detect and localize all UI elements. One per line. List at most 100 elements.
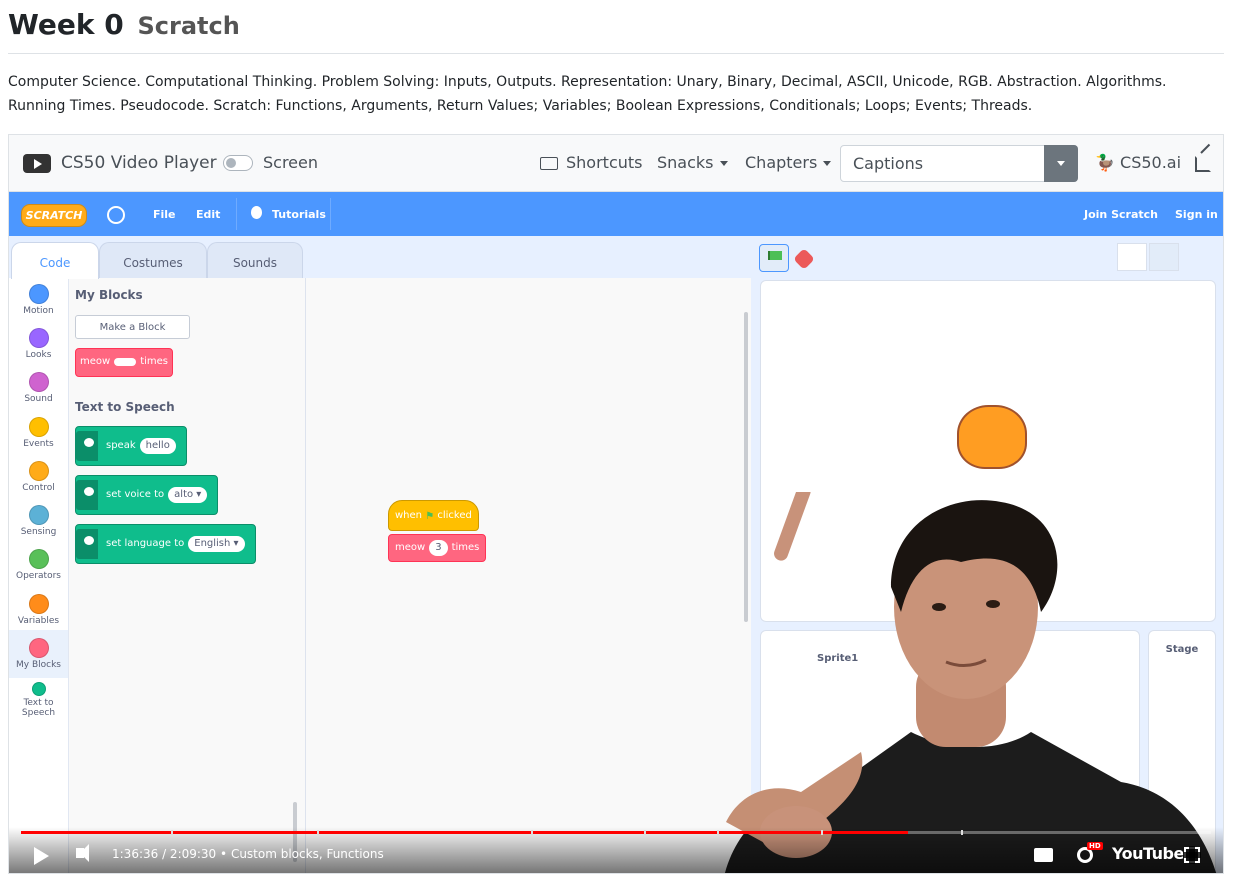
video-player: CS50 Video Player Screen Shortcuts Snack… (8, 134, 1224, 874)
captions-select[interactable]: Captions (840, 145, 1078, 182)
block-input[interactable]: hello (139, 438, 176, 454)
block-input[interactable] (114, 358, 137, 366)
scratch-logo[interactable]: SCRATCH (21, 204, 87, 227)
chapter-marker (171, 830, 173, 835)
chapter-marker (717, 830, 719, 835)
screen-toggle-label: Screen (263, 153, 319, 172)
block-categories: Motion Looks Sound Events Control Sensin… (9, 278, 69, 873)
speech-bubble-icon (76, 529, 98, 559)
category-label: My Blocks (16, 660, 61, 670)
tab-costumes[interactable]: Costumes (99, 242, 207, 278)
set-language-block[interactable]: set language to English ▾ (75, 524, 256, 564)
speech-bubble-icon (76, 431, 98, 461)
shortcuts-button[interactable]: Shortcuts (566, 153, 642, 173)
block-text: meow (395, 542, 426, 553)
external-link-icon[interactable] (1195, 156, 1211, 172)
volume-icon[interactable] (76, 844, 89, 862)
block-dropdown[interactable]: alto ▾ (168, 487, 208, 503)
player-toolbar: CS50 Video Player Screen Shortcuts Snack… (9, 135, 1223, 192)
edit-menu[interactable]: Edit (196, 208, 220, 221)
scratch-cat-sprite[interactable] (957, 405, 1027, 469)
video-player-icon (23, 154, 51, 173)
category-label: Operators (16, 571, 61, 581)
page-subtitle: Scratch (137, 12, 240, 40)
make-a-block-button[interactable]: Make a Block (75, 315, 190, 339)
tab-sounds[interactable]: Sounds (207, 242, 303, 278)
when-flag-clicked-block[interactable]: when ⚑ clicked (388, 500, 479, 531)
category-operators[interactable]: Operators (9, 549, 68, 581)
cs50ai-link[interactable]: 🦆 CS50.ai (1095, 153, 1181, 173)
presenter-image (725, 492, 1217, 873)
green-flag-button[interactable] (759, 244, 789, 272)
category-dot (28, 461, 49, 481)
block-text: meow (80, 356, 111, 367)
youtube-logo[interactable]: YouTube (1112, 844, 1184, 863)
block-dropdown[interactable]: English ▾ (188, 536, 245, 552)
speak-block[interactable]: speak hello (75, 426, 187, 466)
block-text: set language to (106, 538, 185, 549)
current-time: 1:36:36 / 2:09:30 (112, 847, 217, 861)
file-menu[interactable]: File (153, 208, 176, 221)
page-title-text: Week 0 (8, 8, 124, 41)
palette-heading-my-blocks: My Blocks (75, 288, 143, 302)
join-scratch-link[interactable]: Join Scratch (1084, 208, 1158, 221)
category-label: Events (23, 439, 54, 449)
captions-value: Captions (853, 154, 924, 173)
block-input[interactable]: 3 (429, 540, 448, 556)
tab-costumes-label: Costumes (123, 256, 183, 270)
meow-times-block[interactable]: meow times (75, 348, 174, 377)
category-my-blocks[interactable]: My Blocks (9, 630, 68, 678)
category-variables[interactable]: Variables (9, 594, 68, 626)
lightbulb-icon (251, 206, 262, 219)
play-icon[interactable] (34, 847, 49, 865)
subtitles-icon[interactable] (1034, 848, 1053, 862)
meow-3-times-block[interactable]: meow 3 times (388, 534, 487, 562)
speech-bubble-icon (76, 480, 98, 510)
video-frame[interactable]: SCRATCH File Edit Tutorials Join Scratch… (9, 192, 1223, 873)
category-sensing[interactable]: Sensing (9, 505, 68, 537)
category-label: Text to Speech (21, 698, 56, 718)
category-label: Motion (23, 306, 54, 316)
chapter-title[interactable]: Custom blocks, Functions (231, 847, 384, 861)
chevron-down-icon (823, 161, 832, 166)
category-dot (28, 505, 49, 525)
snacks-dropdown[interactable]: Snacks (657, 153, 728, 173)
category-label: Control (22, 483, 55, 493)
stop-button[interactable] (793, 248, 815, 270)
code-workspace[interactable]: when ⚑ clicked meow 3 times (306, 278, 751, 873)
chapter-marker (961, 830, 963, 835)
keyboard-icon (540, 157, 558, 170)
category-dot (28, 284, 49, 304)
category-dot (31, 682, 46, 696)
category-events[interactable]: Events (9, 417, 68, 449)
snacks-label: Snacks (657, 153, 714, 172)
chapters-dropdown[interactable]: Chapters (745, 153, 832, 173)
category-dot (28, 549, 49, 569)
category-dot (28, 328, 49, 348)
fullscreen-stage-button[interactable] (1185, 243, 1215, 271)
category-dot (28, 638, 49, 658)
tutorials-menu[interactable]: Tutorials (272, 208, 326, 221)
captions-dropdown-toggle[interactable] (1044, 145, 1078, 182)
screen-toggle[interactable] (223, 155, 253, 171)
chevron-down-icon (719, 161, 728, 166)
tab-code[interactable]: Code (11, 242, 99, 279)
category-looks[interactable]: Looks (9, 328, 68, 360)
fullscreen-icon[interactable] (1183, 846, 1201, 864)
set-voice-block[interactable]: set voice to alto ▾ (75, 475, 219, 515)
category-dot (28, 417, 49, 437)
category-sound[interactable]: Sound (9, 372, 68, 404)
video-progress-bar[interactable] (21, 830, 1211, 835)
globe-icon[interactable] (107, 206, 125, 224)
small-stage-button[interactable] (1117, 243, 1147, 271)
category-motion[interactable]: Motion (9, 284, 68, 316)
category-control[interactable]: Control (9, 461, 68, 493)
category-label: Looks (25, 350, 52, 360)
block-text: times (140, 356, 169, 367)
chapter-marker (531, 830, 533, 835)
normal-stage-button[interactable] (1149, 243, 1179, 271)
category-label: Sensing (20, 527, 57, 537)
category-label: Variables (17, 616, 60, 626)
sign-in-link[interactable]: Sign in (1175, 208, 1218, 221)
category-text-to-speech[interactable]: Text to Speech (9, 682, 68, 718)
